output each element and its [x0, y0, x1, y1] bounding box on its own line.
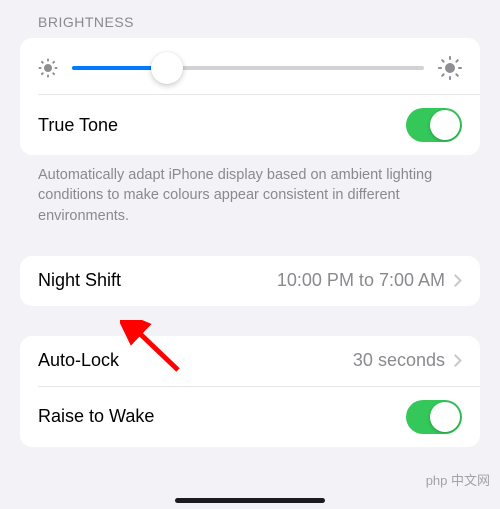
true-tone-row: True Tone: [20, 95, 480, 155]
chevron-right-icon: [449, 355, 462, 368]
sun-low-icon: [38, 58, 58, 78]
auto-lock-row[interactable]: Auto-Lock 30 seconds: [20, 336, 480, 386]
brightness-slider[interactable]: [72, 66, 424, 70]
raise-to-wake-row: Raise to Wake: [20, 387, 480, 447]
chevron-right-icon: [449, 275, 462, 288]
raise-to-wake-label: Raise to Wake: [38, 406, 154, 427]
night-shift-card: Night Shift 10:00 PM to 7:00 AM: [20, 256, 480, 306]
home-indicator: [175, 498, 325, 503]
section-header-brightness: BRIGHTNESS: [20, 0, 480, 38]
watermark: php 中文网: [426, 470, 490, 489]
night-shift-label: Night Shift: [38, 270, 121, 291]
brightness-card: True Tone: [20, 38, 480, 155]
true-tone-toggle[interactable]: [406, 108, 462, 142]
auto-lock-value: 30 seconds: [353, 350, 445, 371]
true-tone-footer: Automatically adapt iPhone display based…: [20, 155, 480, 226]
raise-to-wake-toggle[interactable]: [406, 400, 462, 434]
lock-card: Auto-Lock 30 seconds Raise to Wake: [20, 336, 480, 447]
night-shift-value: 10:00 PM to 7:00 AM: [277, 270, 445, 291]
sun-high-icon: [438, 56, 462, 80]
night-shift-row[interactable]: Night Shift 10:00 PM to 7:00 AM: [20, 256, 480, 306]
slider-thumb[interactable]: [151, 52, 183, 84]
auto-lock-label: Auto-Lock: [38, 350, 119, 371]
true-tone-label: True Tone: [38, 115, 118, 136]
brightness-slider-row: [20, 38, 480, 94]
